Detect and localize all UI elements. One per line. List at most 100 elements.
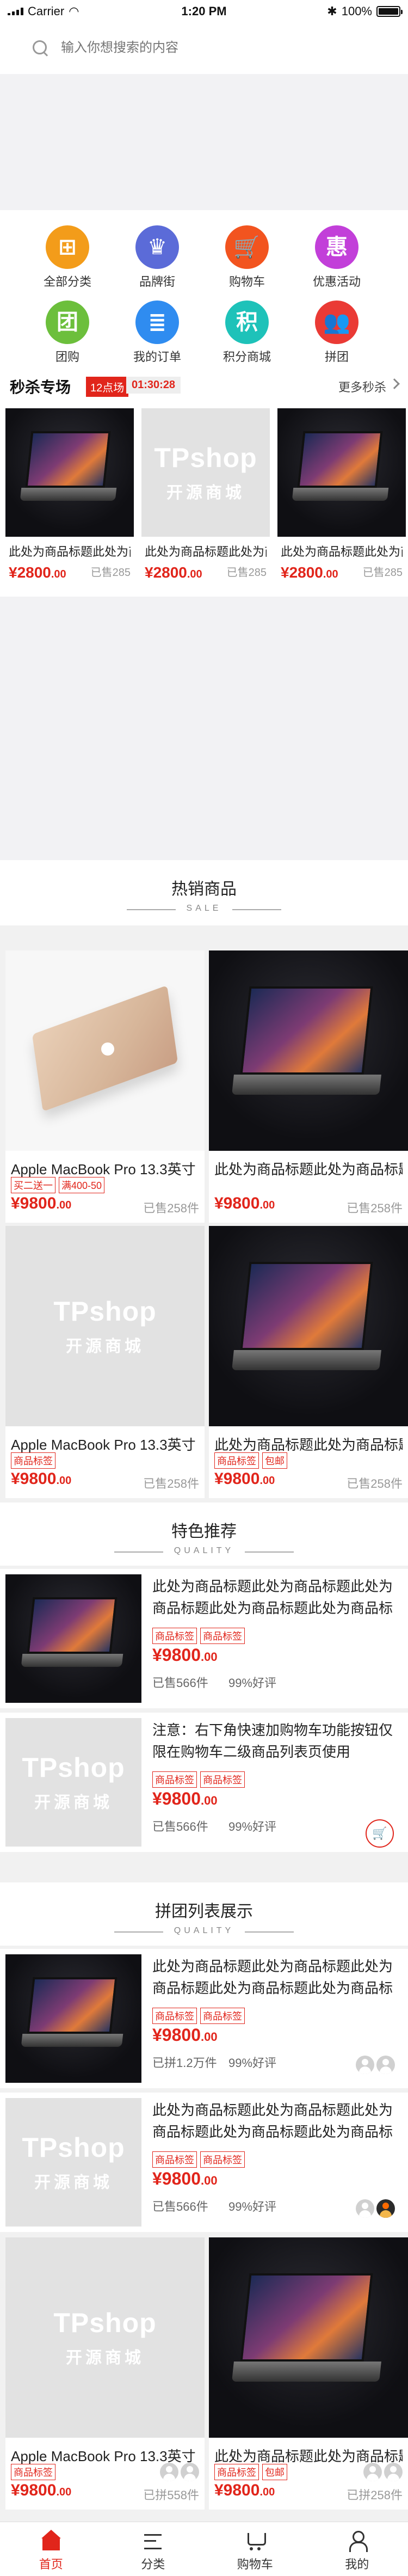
product-image[interactable] bbox=[209, 1226, 408, 1426]
product-image[interactable]: TPshop 开源商城 bbox=[5, 2098, 141, 2227]
placeholder-brand: TPshop bbox=[22, 2132, 125, 2163]
product-image[interactable] bbox=[209, 2237, 408, 2438]
sold-count: 已拼1.2万件 bbox=[152, 2056, 217, 2070]
apple-logo-icon bbox=[101, 1042, 114, 1056]
product-tags: 商品标签 商品标签 bbox=[152, 1771, 245, 1788]
product-price: ¥9800.00 bbox=[152, 2025, 218, 2045]
nav-item[interactable]: 团团购 bbox=[24, 292, 111, 364]
product-card[interactable]: Apple MacBook Pro 13.3英寸 买二送一 满400-50 ¥9800… bbox=[5, 950, 205, 1223]
tab-user[interactable]: 我的 bbox=[306, 2522, 408, 2576]
nav-item[interactable]: ♛ 品牌街 bbox=[114, 217, 201, 289]
flash-product-card[interactable]: 此处为商品标题此处为商品标题 ¥2800.00 已售285 bbox=[277, 408, 406, 589]
product-card[interactable]: 此处为商品标题此处为商品标题 ¥9800.00 已售258件 bbox=[209, 950, 408, 1223]
home-icon bbox=[40, 2530, 62, 2552]
product-tags: 买二送一 满400-50 bbox=[11, 1177, 105, 1193]
product-image[interactable] bbox=[5, 1954, 141, 2083]
product-image[interactable] bbox=[5, 1574, 141, 1703]
search-box[interactable] bbox=[22, 34, 392, 62]
product-image[interactable]: TPshop 开源商城 bbox=[5, 1226, 205, 1426]
add-to-cart-button[interactable]: 🛒 bbox=[366, 1819, 394, 1848]
product-tags: 商品标签 bbox=[11, 1452, 55, 1469]
battery-icon bbox=[376, 6, 403, 17]
sold-count: 已拼258件 bbox=[347, 2488, 403, 2502]
nav-item[interactable]: 积积分商城 bbox=[203, 292, 290, 364]
product-tags: 商品标签 商品标签 bbox=[152, 2008, 245, 2024]
product-price: ¥9800.00 bbox=[152, 2169, 218, 2189]
product-list-item[interactable]: TPshop 开源商城 注意：右下角快速加购物车功能按钮仅限在购物车二级商品列表页使… bbox=[0, 1713, 408, 1852]
product-price: ¥9800.00 bbox=[152, 1645, 218, 1665]
nav-item[interactable]: 👥 拼团 bbox=[293, 292, 380, 364]
empty-banner-area bbox=[0, 597, 408, 860]
tab-home[interactable]: 首页 bbox=[0, 2522, 102, 2576]
price-cents: .00 bbox=[200, 2030, 218, 2044]
product-title: 注意：右下角快速加购物车功能按钮仅限在购物车二级商品列表页使用 bbox=[152, 1722, 393, 1760]
laptop-base bbox=[21, 1654, 123, 1667]
product-card[interactable]: 此处为商品标题此处为商品标题 商品标签 包邮 ¥9800.00 已拼258件 bbox=[209, 2237, 408, 2510]
placeholder-brand: TPshop bbox=[53, 2308, 157, 2338]
product-image[interactable]: TPshop 开源商城 bbox=[141, 408, 270, 537]
tab-label: 我的 bbox=[345, 2557, 369, 2571]
nav-item-label: 优惠活动 bbox=[312, 275, 361, 289]
flash-product-card[interactable]: 此处为商品标题此处为商品标题 ¥2800.00 已售285 bbox=[5, 408, 134, 589]
nav-item[interactable]: 惠优惠活动 bbox=[293, 217, 380, 289]
product-list-item[interactable]: 此处为商品标题此处为商品标题此处为商品标题此处为商品标题此处为商品标题商品标签商… bbox=[0, 1569, 408, 1708]
avatar bbox=[363, 2463, 382, 2481]
flash-sale-section: 秒杀专场 12点场 01:30:28 更多秒杀 此处为商品标题此处为商品标题 ¥2… bbox=[0, 368, 408, 597]
product-name: 此处为商品标题此处为商品标题 bbox=[214, 1437, 403, 1453]
nav-item[interactable]: ≣ 我的订单 bbox=[114, 292, 201, 364]
product-image[interactable] bbox=[5, 408, 134, 537]
nav-item-label: 团购 bbox=[55, 350, 79, 364]
price-cents: .00 bbox=[187, 568, 202, 580]
nav-item[interactable]: ⊞ 全部分类 bbox=[24, 217, 111, 289]
laptop-base bbox=[21, 2034, 123, 2047]
banner-area[interactable] bbox=[0, 74, 408, 210]
product-image[interactable]: TPshop 开源商城 bbox=[5, 2237, 205, 2438]
product-title: 此处为商品标题此处为商品标题此处为商品标题此处为商品标题此处为商品标题 bbox=[152, 1958, 393, 1996]
price-cents: .00 bbox=[51, 568, 66, 580]
product-image[interactable] bbox=[209, 950, 408, 1151]
nav-item[interactable]: 🛒 购物车 bbox=[203, 217, 290, 289]
battery-percent: 100% bbox=[341, 4, 372, 18]
product-image[interactable] bbox=[5, 950, 205, 1151]
flash-product-card[interactable]: TPshop 开源商城此处为商品标题此处为商品标题 ¥2800.00 已售285 bbox=[141, 408, 270, 589]
laptop-screen bbox=[298, 431, 384, 488]
product-list-item[interactable]: 此处为商品标题此处为商品标题此处为商品标题此处为商品标题此处为商品标题商品标签商… bbox=[0, 1949, 408, 2088]
price-cents: .00 bbox=[259, 2486, 275, 2498]
avatar bbox=[384, 2463, 403, 2481]
product-price: ¥2800.00 bbox=[9, 564, 66, 581]
tab-category[interactable]: 分类 bbox=[102, 2522, 205, 2576]
chevron-right-icon[interactable] bbox=[389, 378, 400, 389]
discount-icon: 惠 bbox=[315, 225, 358, 269]
product-card[interactable]: TPshop 开源商城 Apple MacBook Pro 13.3英寸 商品标签 ¥9… bbox=[5, 2237, 205, 2510]
product-image[interactable] bbox=[277, 408, 406, 537]
sold-count: 已售258件 bbox=[347, 1477, 403, 1491]
placeholder-brand: TPshop bbox=[154, 443, 257, 473]
laptop-base bbox=[231, 2362, 381, 2382]
price-integer: ¥9800 bbox=[11, 2481, 57, 2499]
rating: 99%好评 bbox=[228, 1820, 277, 1833]
placeholder-caption: 开源商城 bbox=[34, 1794, 113, 1812]
nav-item-label: 品牌街 bbox=[139, 275, 175, 289]
price-integer: ¥9800 bbox=[152, 2025, 201, 2045]
product-name: 此处为商品标题此处为商品标题 bbox=[9, 545, 131, 559]
hot-section-subtitle: SALE bbox=[126, 904, 282, 913]
product-card[interactable]: 此处为商品标题此处为商品标题 商品标签 包邮 ¥9800.00 已售258件 bbox=[209, 1226, 408, 1498]
nav-item-label: 积分商城 bbox=[222, 350, 271, 364]
price-cents: .00 bbox=[56, 2486, 72, 2498]
product-price: ¥9800.00 bbox=[152, 1789, 218, 1809]
product-image[interactable]: TPshop 开源商城 bbox=[5, 1718, 141, 1847]
price-cents: .00 bbox=[200, 1794, 218, 1807]
points-icon: 积 bbox=[225, 300, 269, 344]
placeholder-brand: TPshop bbox=[53, 1296, 157, 1327]
tab-cart-tab[interactable]: 购物车 bbox=[204, 2522, 306, 2576]
battery-info: ✱ 100% bbox=[327, 4, 403, 19]
product-tag: 商品标签 bbox=[152, 1628, 197, 1644]
product-list-item[interactable]: TPshop 开源商城 此处为商品标题此处为商品标题此处为商品标题此处为商品标题此处… bbox=[0, 2093, 408, 2232]
avatar bbox=[181, 2463, 199, 2481]
product-tags: 商品标签 商品标签 bbox=[152, 2151, 245, 2168]
avatar bbox=[160, 2463, 178, 2481]
product-tag: 商品标签 bbox=[152, 2151, 197, 2168]
product-card[interactable]: TPshop 开源商城 Apple MacBook Pro 13.3英寸 商品标签 ¥9… bbox=[5, 1226, 205, 1498]
flash-more-link[interactable]: 更多秒杀 bbox=[338, 378, 386, 395]
search-input[interactable] bbox=[61, 40, 366, 56]
